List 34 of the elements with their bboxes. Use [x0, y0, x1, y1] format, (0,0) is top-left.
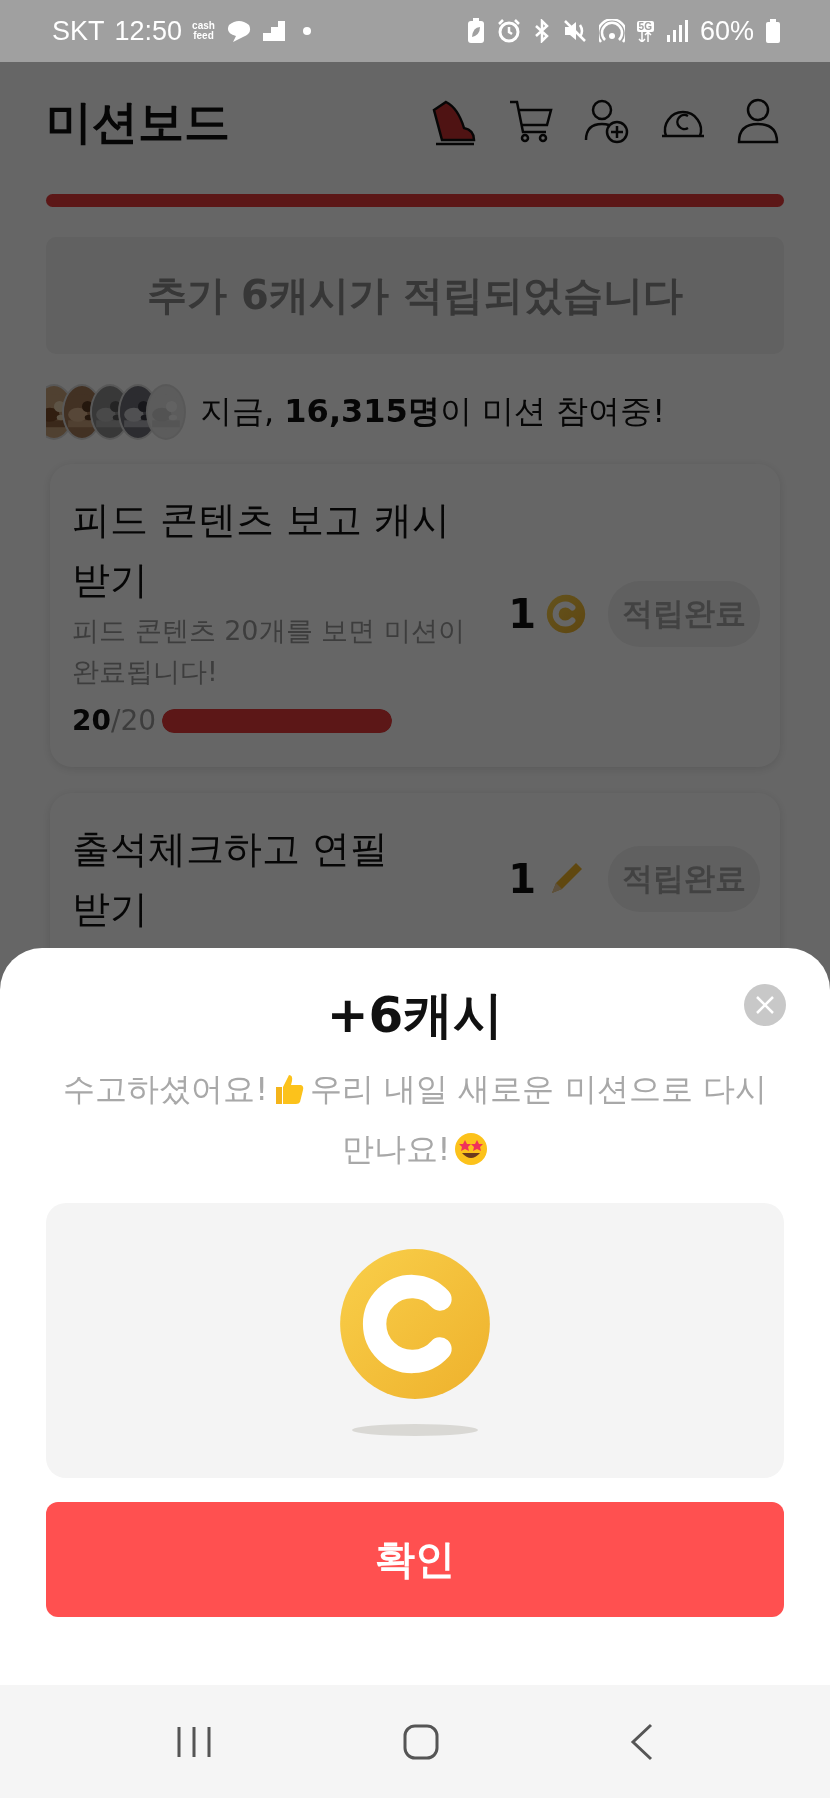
carrier-text: SKT	[52, 15, 105, 47]
participants-text: 지금, 16,315명이 미션 참여중!	[200, 391, 665, 432]
sheet-title: +6캐시	[326, 985, 504, 1046]
star-eyes-face-icon	[454, 1132, 489, 1166]
home-icon[interactable]	[403, 1723, 439, 1760]
signal-icon	[665, 20, 688, 42]
stairs-icon	[262, 21, 285, 41]
battery-saver-icon	[466, 18, 485, 44]
dot-icon	[302, 27, 311, 35]
reward-amount: 1	[508, 856, 536, 902]
coin-icon	[546, 593, 586, 634]
mission-title: 피드 콘텐츠 보고 캐시 받기	[72, 497, 452, 604]
add-user-icon[interactable]	[584, 98, 630, 144]
confirm-button[interactable]: 확인	[46, 1502, 784, 1617]
message-text: 만나요!	[341, 1129, 451, 1170]
alarm-icon	[496, 19, 521, 43]
network-text: 5G	[636, 20, 654, 32]
hotspot-icon	[598, 19, 625, 43]
battery-icon	[766, 19, 780, 43]
cart-icon[interactable]	[508, 98, 554, 144]
mute-icon	[562, 19, 587, 43]
message-text: 우리 내일 새로운 미션으로 다시	[310, 1069, 767, 1110]
user-icon[interactable]	[736, 98, 780, 144]
app-logo: cash feed	[192, 21, 215, 41]
recent-apps-icon[interactable]	[175, 1724, 212, 1759]
back-icon[interactable]	[630, 1722, 655, 1761]
time-text: 12:50	[114, 15, 183, 47]
mission-title: 출석체크하고 연필 받기	[72, 826, 390, 933]
battery-text: 60%	[699, 15, 754, 47]
message-text: 수고하셨어요!	[63, 1069, 269, 1110]
shadow-icon	[352, 1423, 478, 1436]
data-arrows-icon	[638, 31, 653, 42]
page-title: 미션보드	[46, 94, 230, 151]
reward-amount: 1	[508, 590, 536, 637]
